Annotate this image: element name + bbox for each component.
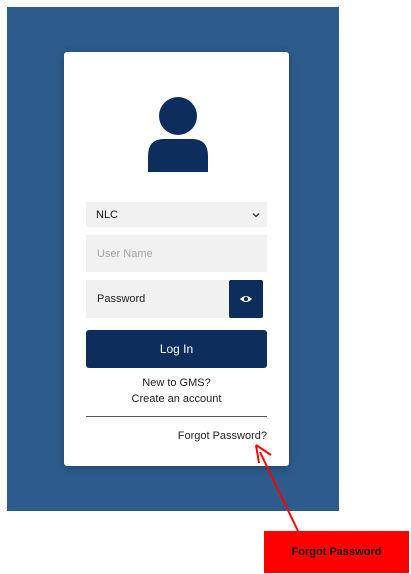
user-avatar-icon bbox=[148, 97, 208, 172]
forgot-password-link[interactable]: Forgot Password? bbox=[150, 430, 267, 442]
eye-icon bbox=[240, 296, 252, 302]
password-value: Password bbox=[97, 293, 146, 305]
login-button[interactable]: Log In bbox=[86, 330, 267, 368]
organization-select-value: NLC bbox=[96, 208, 119, 221]
divider bbox=[86, 416, 267, 417]
organization-select[interactable]: NLC bbox=[86, 202, 267, 227]
annotation-callout: Forgot Password bbox=[264, 531, 409, 573]
chevron-down-icon bbox=[252, 212, 260, 217]
username-field[interactable]: User Name bbox=[86, 235, 267, 272]
username-placeholder: User Name bbox=[97, 247, 153, 260]
password-field[interactable]: Password bbox=[86, 280, 229, 318]
new-to-gms-text: New to GMS? bbox=[142, 377, 211, 389]
create-account-link[interactable]: Create an account bbox=[86, 393, 267, 405]
toggle-password-visibility-button[interactable] bbox=[229, 280, 263, 318]
